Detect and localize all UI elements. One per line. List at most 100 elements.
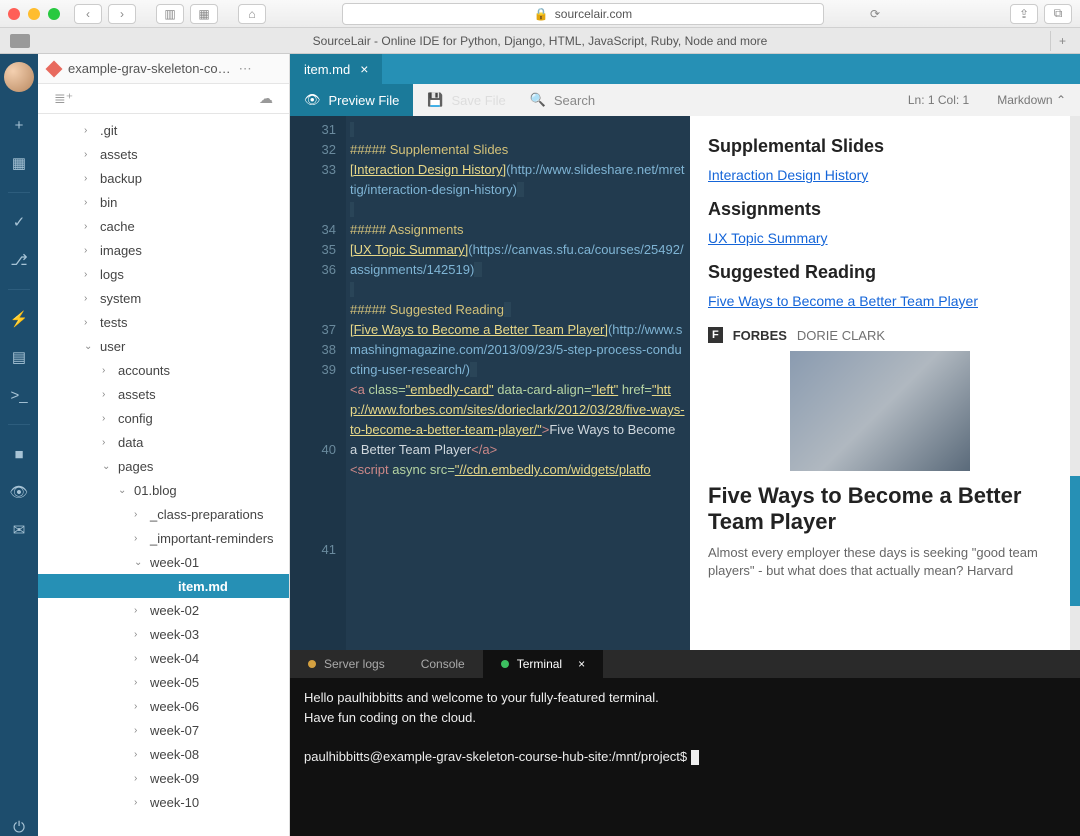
lock-icon: 🔒	[534, 7, 549, 21]
code-editor[interactable]: 3132333435363738394041 ##### Supplementa…	[290, 116, 690, 650]
link-interaction-design[interactable]: Interaction Design History	[708, 167, 868, 183]
browser-titlebar: ‹ › ▥ ▦ ⌂ 🔒 sourcelair.com ⟳ ⇪ ⧉	[0, 0, 1080, 28]
save-file-button[interactable]: 💾 Save File	[413, 84, 519, 116]
heading-suggested: Suggested Reading	[708, 262, 1052, 283]
editor-area: item.md × 👁 Preview File 💾 Save File 🔍 S…	[290, 54, 1080, 836]
link-ux-topic[interactable]: UX Topic Summary	[708, 230, 828, 246]
tree-item-data[interactable]: ›data	[38, 430, 289, 454]
cursor-position: Ln: 1 Col: 1	[894, 93, 983, 107]
tree-item-week-02[interactable]: ›week-02	[38, 598, 289, 622]
traffic-lights	[8, 8, 60, 20]
home-button[interactable]: ⌂	[238, 4, 266, 24]
minimize-window[interactable]	[28, 8, 40, 20]
tree-item--class-preparations[interactable]: ›_class-preparations	[38, 502, 289, 526]
file-tab-bar: item.md ×	[290, 54, 1080, 84]
new-tab-button[interactable]: +	[1050, 31, 1074, 51]
close-icon[interactable]: ×	[578, 657, 585, 671]
apps-icon[interactable]: ▦	[10, 154, 28, 172]
reload-icon[interactable]: ⟳	[870, 7, 880, 21]
file-sidebar: example-grav-skeleton-co… ⋯ ≣⁺ ☁ ›.git›a…	[38, 54, 290, 836]
close-tab-icon[interactable]: ×	[360, 61, 368, 77]
tree-item-week-07[interactable]: ›week-07	[38, 718, 289, 742]
tree-item-week-05[interactable]: ›week-05	[38, 670, 289, 694]
tree-item-cache[interactable]: ›cache	[38, 214, 289, 238]
terminal-cursor	[691, 750, 699, 765]
link-five-ways[interactable]: Five Ways to Become a Better Team Player	[708, 293, 978, 309]
search-icon: 🔍	[530, 92, 546, 108]
code-content[interactable]: ##### Supplemental Slides [Interaction D…	[346, 116, 690, 650]
browser-tab-title[interactable]: SourceLair - Online IDE for Python, Djan…	[313, 34, 768, 48]
card-meta: F FORBES DORIE CLARK	[708, 327, 1052, 343]
tree-item-week-01[interactable]: ⌄week-01	[38, 550, 289, 574]
tree-item-assets[interactable]: ›assets	[38, 142, 289, 166]
tab-console[interactable]: Console	[403, 650, 483, 678]
sidebar-toggle[interactable]: ▥	[156, 4, 184, 24]
share-button[interactable]: ⇪	[1010, 4, 1038, 24]
upload-icon[interactable]: ☁	[259, 90, 273, 107]
file-tab-item-md[interactable]: item.md ×	[290, 54, 382, 84]
tree-item--git[interactable]: ›.git	[38, 118, 289, 142]
maximize-window[interactable]	[48, 8, 60, 20]
tree-item-week-09[interactable]: ›week-09	[38, 766, 289, 790]
eye-icon[interactable]: 👁	[10, 483, 28, 501]
add-icon[interactable]: +	[10, 116, 28, 134]
tree-item-config[interactable]: ›config	[38, 406, 289, 430]
mail-icon[interactable]: ✉	[10, 521, 28, 539]
tab-terminal[interactable]: Terminal×	[483, 650, 603, 678]
tree-item--important-reminders[interactable]: ›_important-reminders	[38, 526, 289, 550]
back-button[interactable]: ‹	[74, 4, 102, 24]
tabs-overview[interactable]: ⧉	[1044, 4, 1072, 24]
tree-item-01-blog[interactable]: ⌄01.blog	[38, 478, 289, 502]
card-image	[790, 351, 970, 471]
tree-item-week-03[interactable]: ›week-03	[38, 622, 289, 646]
tree-item-tests[interactable]: ›tests	[38, 310, 289, 334]
tree-item-accounts[interactable]: ›accounts	[38, 358, 289, 382]
notes-icon[interactable]: ▤	[10, 348, 28, 366]
card-title: Five Ways to Become a Better Team Player	[708, 483, 1052, 536]
power-icon[interactable]: ⏻	[10, 818, 28, 836]
line-gutter: 3132333435363738394041	[290, 116, 346, 650]
forward-button[interactable]: ›	[108, 4, 136, 24]
terminal-prompt: paulhibbitts@example-grav-skeleton-cours…	[304, 749, 691, 764]
tree-item-week-04[interactable]: ›week-04	[38, 646, 289, 670]
tree-item-pages[interactable]: ⌄pages	[38, 454, 289, 478]
address-text: sourcelair.com	[555, 7, 632, 21]
tree-item-backup[interactable]: ›backup	[38, 166, 289, 190]
branch-icon[interactable]: ⎇	[10, 251, 28, 269]
address-bar[interactable]: 🔒 sourcelair.com ⟳	[342, 3, 824, 25]
project-header[interactable]: example-grav-skeleton-co… ⋯	[38, 54, 289, 84]
heading-assignments: Assignments	[708, 199, 1052, 220]
language-mode[interactable]: Markdown ⌃	[983, 93, 1080, 107]
heading-supplemental: Supplemental Slides	[708, 136, 1052, 157]
close-window[interactable]	[8, 8, 20, 20]
terminal-icon[interactable]: >_	[10, 386, 28, 404]
deploy-icon[interactable]: ⚡	[10, 310, 28, 328]
preview-file-button[interactable]: 👁 Preview File	[290, 84, 413, 116]
tree-item-item-md[interactable]: item.md	[38, 574, 289, 598]
bottom-panel: Server logs Console Terminal× Hello paul…	[290, 650, 1080, 836]
tree-item-week-10[interactable]: ›week-10	[38, 790, 289, 814]
eye-icon: 👁	[304, 92, 321, 108]
tree-item-logs[interactable]: ›logs	[38, 262, 289, 286]
terminal-output[interactable]: Hello paulhibbitts and welcome to your f…	[290, 678, 1080, 836]
tree-item-system[interactable]: ›system	[38, 286, 289, 310]
search-input[interactable]: 🔍 Search	[520, 92, 894, 108]
tab-server-logs[interactable]: Server logs	[290, 650, 403, 678]
avatar[interactable]	[4, 62, 34, 92]
new-file-icon[interactable]: ≣⁺	[54, 90, 73, 107]
tree-item-week-06[interactable]: ›week-06	[38, 694, 289, 718]
chevron-up-icon: ⌃	[1056, 93, 1066, 107]
card-description: Almost every employer these days is seek…	[708, 544, 1052, 580]
tree-item-bin[interactable]: ›bin	[38, 190, 289, 214]
tree-item-user[interactable]: ⌄user	[38, 334, 289, 358]
stop-icon[interactable]: ■	[10, 445, 28, 463]
tabs-button[interactable]: ▦	[190, 4, 218, 24]
tree-item-images[interactable]: ›images	[38, 238, 289, 262]
file-tree: ›.git›assets›backup›bin›cache›images›log…	[38, 114, 289, 836]
tree-item-assets[interactable]: ›assets	[38, 382, 289, 406]
preview-scrollbar[interactable]	[1070, 116, 1080, 650]
check-icon[interactable]: ✓	[10, 213, 28, 231]
project-name: example-grav-skeleton-co…	[68, 61, 231, 76]
project-menu-icon[interactable]: ⋯	[239, 61, 252, 77]
tree-item-week-08[interactable]: ›week-08	[38, 742, 289, 766]
